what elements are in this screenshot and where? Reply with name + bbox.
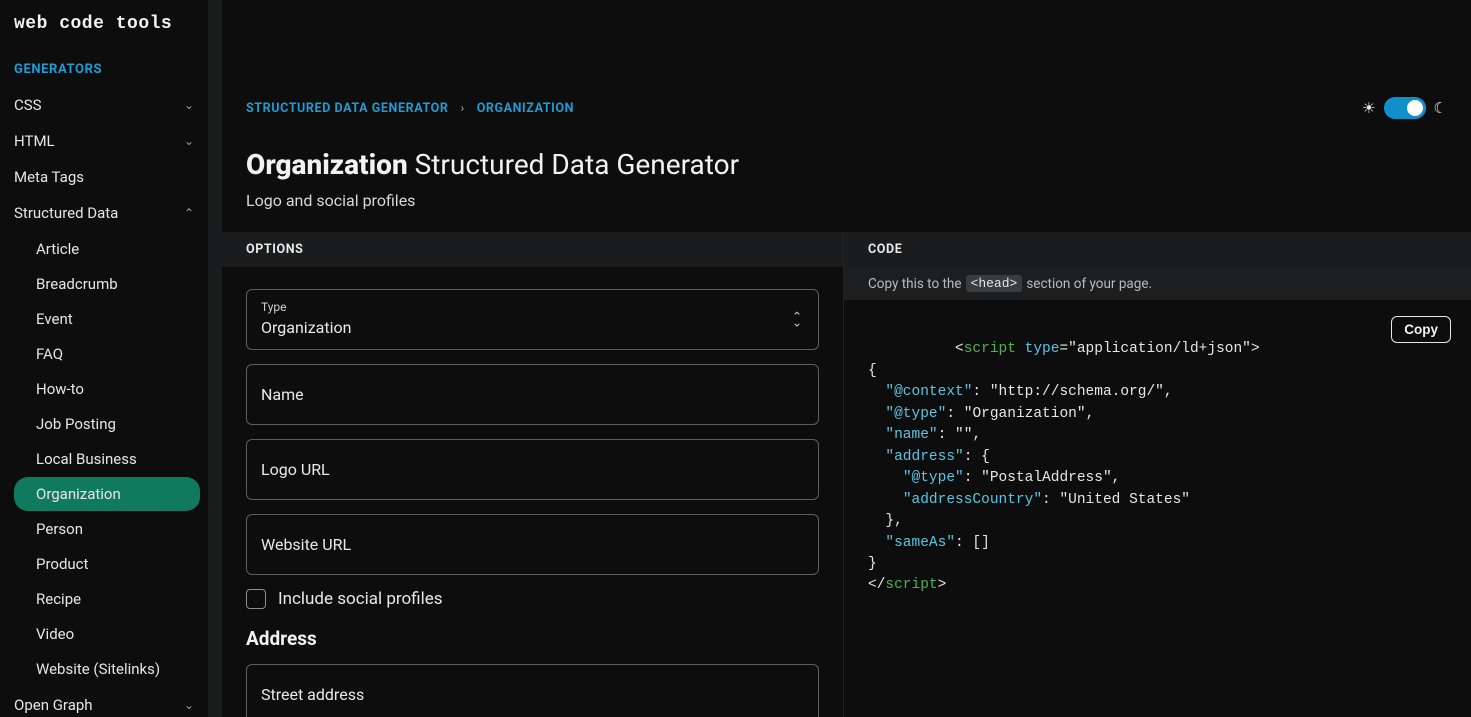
topbar: STRUCTURED DATA GENERATOR › ORGANIZATION… bbox=[222, 88, 1471, 128]
type-select[interactable]: Type Organization ⌃⌄ bbox=[246, 289, 819, 350]
moon-icon: ☾ bbox=[1434, 99, 1447, 117]
theme-toggle: ☀ ☾ bbox=[1362, 97, 1447, 119]
logo-placeholder: Logo URL bbox=[261, 460, 330, 479]
options-body: Type Organization ⌃⌄ Name Logo URL Websi… bbox=[222, 267, 843, 717]
scrollbar-track bbox=[208, 0, 222, 717]
code-block: Copy<script type="application/ld+json"> … bbox=[844, 300, 1471, 615]
sidebar-item-event[interactable]: Event bbox=[14, 302, 200, 336]
sidebar-item-job-posting[interactable]: Job Posting bbox=[14, 407, 200, 441]
chevron-right-icon: › bbox=[460, 101, 464, 115]
copy-button[interactable]: Copy bbox=[1391, 316, 1451, 343]
code-note-suffix: section of your page. bbox=[1026, 276, 1152, 292]
main: STRUCTURED DATA GENERATOR › ORGANIZATION… bbox=[222, 0, 1471, 717]
select-caret-icon: ⌃⌄ bbox=[792, 313, 802, 326]
nav-html-label: HTML bbox=[14, 132, 55, 150]
sidebar-item-howto[interactable]: How-to bbox=[14, 372, 200, 406]
code-addr-country: United States bbox=[1068, 492, 1181, 508]
sidebar-item-breadcrumb[interactable]: Breadcrumb bbox=[14, 267, 200, 301]
breadcrumb: STRUCTURED DATA GENERATOR › ORGANIZATION bbox=[246, 101, 574, 116]
nav-css-label: CSS bbox=[14, 96, 42, 114]
nav-css[interactable]: CSS ⌄ bbox=[0, 87, 208, 123]
code-note-prefix: Copy this to the bbox=[868, 276, 962, 292]
website-url-input[interactable]: Website URL bbox=[246, 514, 819, 575]
code-addr-type: PostalAddress bbox=[990, 470, 1103, 486]
address-heading: Address bbox=[246, 627, 819, 650]
include-social-row: Include social profiles bbox=[246, 589, 819, 609]
sidebar-item-organization[interactable]: Organization bbox=[14, 477, 200, 511]
sun-icon: ☀ bbox=[1362, 99, 1375, 117]
chevron-down-icon: ⌄ bbox=[184, 98, 194, 112]
page-subtitle: Logo and social profiles bbox=[246, 191, 1447, 210]
nav-structured-data[interactable]: Structured Data ⌃ bbox=[0, 195, 208, 231]
nav-meta-label: Meta Tags bbox=[14, 168, 84, 186]
ad-space bbox=[222, 0, 1471, 88]
chevron-down-icon: ⌄ bbox=[184, 698, 194, 712]
sidebar: web code tools GENERATORS CSS ⌄ HTML ⌄ M… bbox=[0, 0, 222, 717]
section-label-generators: GENERATORS bbox=[0, 58, 208, 87]
chevron-up-icon: ⌃ bbox=[184, 206, 194, 220]
nav-structured-label: Structured Data bbox=[14, 204, 118, 222]
include-social-checkbox[interactable] bbox=[246, 589, 266, 609]
street-address-input[interactable]: Street address bbox=[246, 664, 819, 717]
chevron-down-icon: ⌄ bbox=[184, 134, 194, 148]
sidebar-item-local-business[interactable]: Local Business bbox=[14, 442, 200, 476]
sidebar-item-faq[interactable]: FAQ bbox=[14, 337, 200, 371]
sidebar-item-article[interactable]: Article bbox=[14, 232, 200, 266]
website-placeholder: Website URL bbox=[261, 535, 351, 554]
include-social-label: Include social profiles bbox=[278, 589, 443, 609]
nav-html[interactable]: HTML ⌄ bbox=[0, 123, 208, 159]
sidebar-item-video[interactable]: Video bbox=[14, 617, 200, 651]
sidebar-item-recipe[interactable]: Recipe bbox=[14, 582, 200, 616]
breadcrumb-organization[interactable]: ORGANIZATION bbox=[477, 101, 574, 116]
brand-logo[interactable]: web code tools bbox=[0, 0, 208, 58]
nav-meta-tags[interactable]: Meta Tags bbox=[0, 159, 208, 195]
options-panel: OPTIONS Type Organization ⌃⌄ Name Logo U… bbox=[222, 232, 844, 717]
type-label: Type bbox=[261, 300, 804, 314]
page-title: Organization Structured Data Generator bbox=[246, 148, 1447, 181]
sidebar-item-website[interactable]: Website (Sitelinks) bbox=[14, 652, 200, 686]
type-value: Organization bbox=[261, 318, 351, 337]
options-head: OPTIONS bbox=[222, 232, 843, 267]
sidebar-item-product[interactable]: Product bbox=[14, 547, 200, 581]
code-type: Organization bbox=[972, 406, 1076, 422]
nav-open-graph[interactable]: Open Graph ⌄ bbox=[0, 687, 208, 717]
name-input[interactable]: Name bbox=[246, 364, 819, 425]
scrollbar-thumb[interactable] bbox=[209, 0, 221, 620]
breadcrumb-structured-data[interactable]: STRUCTURED DATA GENERATOR bbox=[246, 101, 448, 116]
code-panel: CODE Copy this to the <head> section of … bbox=[844, 232, 1471, 717]
dark-mode-toggle[interactable] bbox=[1384, 97, 1426, 119]
logo-url-input[interactable]: Logo URL bbox=[246, 439, 819, 500]
code-note-tag: <head> bbox=[966, 275, 1023, 292]
page-head: Organization Structured Data Generator L… bbox=[222, 128, 1471, 232]
name-placeholder: Name bbox=[261, 385, 304, 404]
street-placeholder: Street address bbox=[261, 685, 364, 704]
code-head: CODE bbox=[844, 232, 1471, 267]
panels: OPTIONS Type Organization ⌃⌄ Name Logo U… bbox=[222, 232, 1471, 717]
sidebar-item-person[interactable]: Person bbox=[14, 512, 200, 546]
page-title-bold: Organization bbox=[246, 148, 408, 181]
page-title-rest: Structured Data Generator bbox=[408, 148, 739, 181]
nav-opengraph-label: Open Graph bbox=[14, 696, 93, 714]
code-context: http://schema.org/ bbox=[999, 384, 1156, 400]
code-note: Copy this to the <head> section of your … bbox=[844, 267, 1471, 300]
